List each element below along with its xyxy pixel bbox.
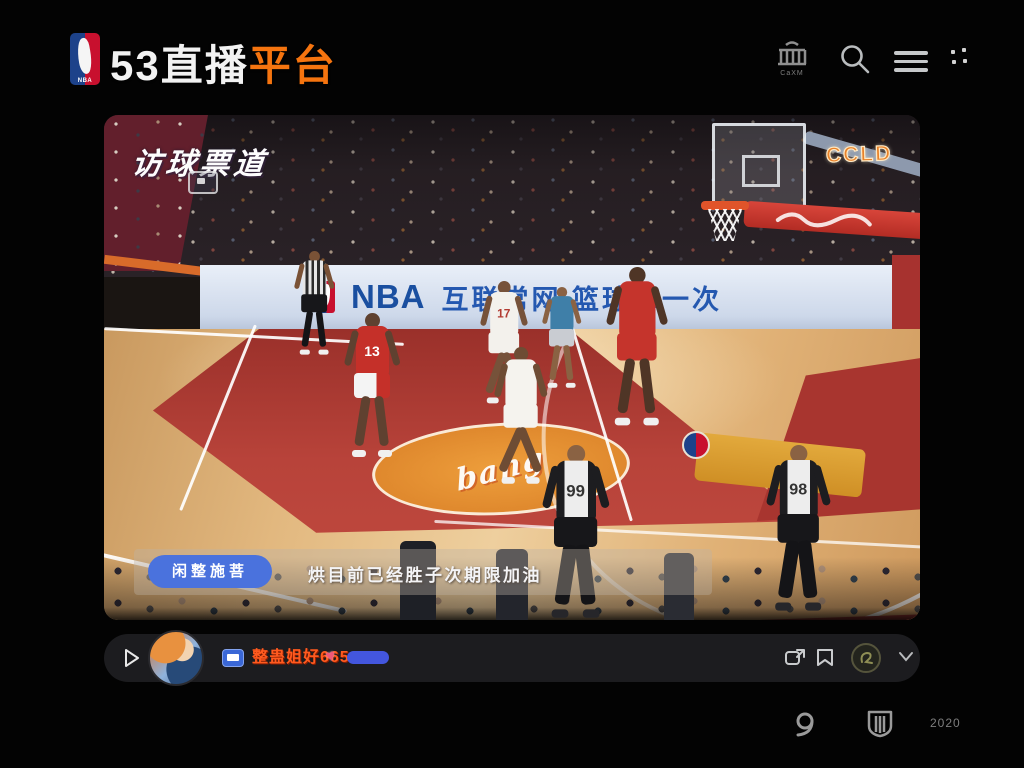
footer-list-button[interactable] <box>793 710 825 740</box>
play-icon <box>120 647 142 669</box>
jersey-number: 17 <box>497 307 510 321</box>
player-control-bar: 整蛊姐好665 ♥ <box>104 634 920 682</box>
broadcaster-watermark: CCLD <box>826 142 893 168</box>
search-icon <box>838 42 872 76</box>
footer-year: 2020 <box>930 716 961 730</box>
search-button[interactable] <box>838 42 872 76</box>
caption-text: 烘目前已经胜子次期限加油 <box>308 561 542 586</box>
pip-icon <box>783 646 807 670</box>
home-button[interactable]: CaXM <box>773 38 811 77</box>
video-player[interactable]: NBA 互联常网 篮球每一次 bang <box>104 115 920 620</box>
pip-button[interactable] <box>783 646 807 670</box>
menu-button[interactable] <box>894 46 928 77</box>
jersey-number: 13 <box>364 343 380 359</box>
play-button[interactable] <box>120 647 142 669</box>
bookmark-icon <box>813 646 837 670</box>
backboard-inner-square <box>742 155 780 187</box>
fullscreen-icon <box>951 50 955 54</box>
home-caption: CaXM <box>780 70 803 77</box>
bookmark-button[interactable] <box>813 646 837 670</box>
watermark-sub-badge-icon <box>188 171 218 194</box>
footer-shield-button[interactable] <box>865 708 895 740</box>
circle-action-icon <box>853 645 879 671</box>
progress-pill[interactable] <box>347 651 389 664</box>
footer-nine-icon <box>793 710 825 740</box>
player-white-running <box>494 347 547 490</box>
basketball-rim <box>701 201 749 210</box>
menu-icon <box>894 51 928 55</box>
circle-action-button[interactable] <box>851 643 881 673</box>
nba-logo-text: NBA <box>70 78 100 84</box>
chevron-down-icon <box>897 650 915 664</box>
referee-number: 99 <box>566 481 585 500</box>
player-blue-shirt <box>542 287 581 392</box>
nba-logo[interactable]: NBA <box>70 33 100 85</box>
adboard-brand: NBA <box>351 278 426 316</box>
collapse-button[interactable] <box>897 650 915 664</box>
referee-sideline <box>294 251 334 359</box>
home-icon <box>773 38 811 68</box>
player-red-13: 13 <box>344 313 400 463</box>
nba-player-silhouette <box>75 37 94 75</box>
player-red-right <box>606 267 668 432</box>
shield-grid-icon <box>865 708 895 740</box>
app-window: NBA 53直播平台 CaXM NBA 互联常网 篮球每一次 <box>0 0 1024 768</box>
page-title-accent: 平台 <box>249 42 337 89</box>
referee-number: 98 <box>789 480 807 498</box>
fullscreen-button[interactable] <box>950 48 970 68</box>
referee-98: 98 <box>766 445 830 618</box>
tv-badge-icon <box>222 649 244 667</box>
streamer-avatar[interactable] <box>148 630 204 686</box>
caption-badge[interactable]: 闲整施菩 <box>148 555 272 588</box>
page-title: 53直播平台 <box>110 32 337 93</box>
